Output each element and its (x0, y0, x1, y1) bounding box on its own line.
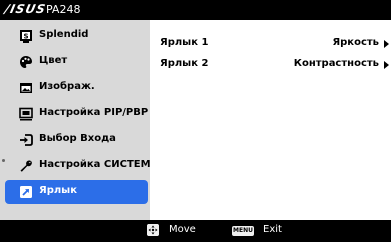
pip-icon (19, 107, 33, 121)
sidebar: S Splendid Цвет Изображ. Настройка PIP/P… (0, 20, 158, 220)
menu-key-icon: MENU (232, 226, 254, 236)
shortcut-2-row[interactable]: Ярлык 2 Контрастность (150, 55, 391, 75)
sidebar-item-shortcut[interactable]: Ярлык (5, 180, 148, 204)
sidebar-item-label: Настройка PIP/PBP (39, 107, 149, 118)
sidebar-item-label: Настройка СИСТЕМА (39, 159, 159, 170)
input-select-icon (20, 134, 33, 146)
sidebar-item-pip-pbp[interactable]: Настройка PIP/PBP (5, 102, 148, 126)
sidebar-item-splendid[interactable]: S Splendid (5, 24, 148, 48)
sidebar-item-label: Ярлык (39, 185, 78, 196)
palette-icon (20, 56, 32, 68)
shortcut-2-value: Контрастность (293, 58, 379, 69)
exit-hint-label: Exit (263, 224, 282, 235)
shortcut-settings-panel: Ярлык 1 Яркость Ярлык 2 Контрастность (150, 20, 391, 220)
sidebar-item-input-select[interactable]: Выбор Входа (5, 128, 148, 152)
sidebar-item-label: Цвет (39, 55, 68, 66)
shortcut-2-label: Ярлык 2 (160, 58, 209, 69)
splendid-s-icon: S (20, 30, 32, 43)
brand-logo: /ISUS (3, 2, 48, 16)
arrow-right-icon (384, 61, 389, 69)
navigation-key-icon (147, 224, 159, 236)
wrench-icon (20, 160, 32, 172)
model-name: PA248 (46, 3, 81, 16)
osd-window: /ISUS PA248 S Splendid Цвет Изображ. Нас… (0, 0, 391, 242)
image-icon (20, 83, 32, 93)
footer-bar: Move MENU Exit (0, 220, 391, 242)
sidebar-item-image[interactable]: Изображ. (5, 76, 148, 100)
move-hint-label: Move (169, 224, 196, 235)
shortcut-1-label: Ярлык 1 (160, 37, 209, 48)
sidebar-item-label: Выбор Входа (39, 133, 116, 144)
sidebar-item-color[interactable]: Цвет (5, 50, 148, 74)
arrow-right-icon (384, 40, 389, 48)
shortcut-icon (20, 186, 32, 198)
sidebar-item-label: Splendid (39, 29, 89, 40)
sidebar-item-system-setup[interactable]: Настройка СИСТЕМА (5, 154, 158, 178)
shortcut-1-row[interactable]: Ярлык 1 Яркость (150, 34, 391, 54)
header-bar: /ISUS PA248 (0, 0, 391, 20)
sidebar-item-label: Изображ. (39, 81, 95, 92)
svg-text:S: S (23, 33, 28, 41)
shortcut-1-value: Яркость (332, 37, 379, 48)
